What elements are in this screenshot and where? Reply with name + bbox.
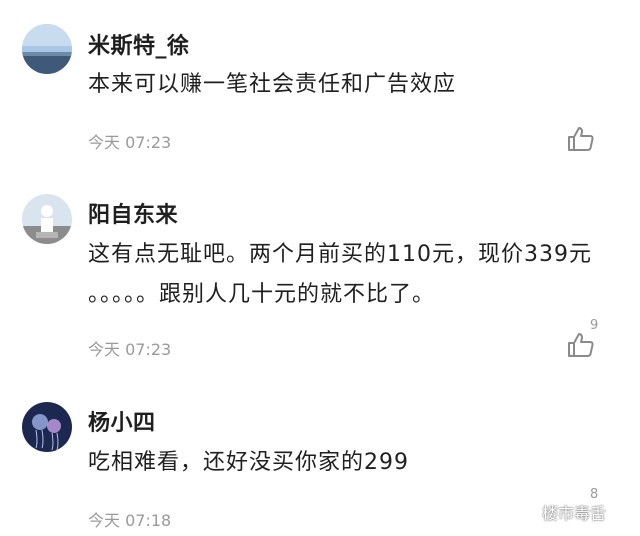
- timestamp: 今天 07:18: [88, 511, 172, 530]
- watermark-text: 楼市毒舌: [542, 504, 607, 523]
- comment-item: 杨小四 吃相难看，还好没买你家的299 今天 07:18 8: [0, 0, 640, 536]
- comment-text: 吃相难看，还好没买你家的299: [88, 450, 409, 475]
- avatar[interactable]: [22, 402, 72, 452]
- watermark: 楼市毒舌: [520, 500, 606, 524]
- username[interactable]: 杨小四: [88, 405, 156, 437]
- logo-icon: [520, 503, 538, 521]
